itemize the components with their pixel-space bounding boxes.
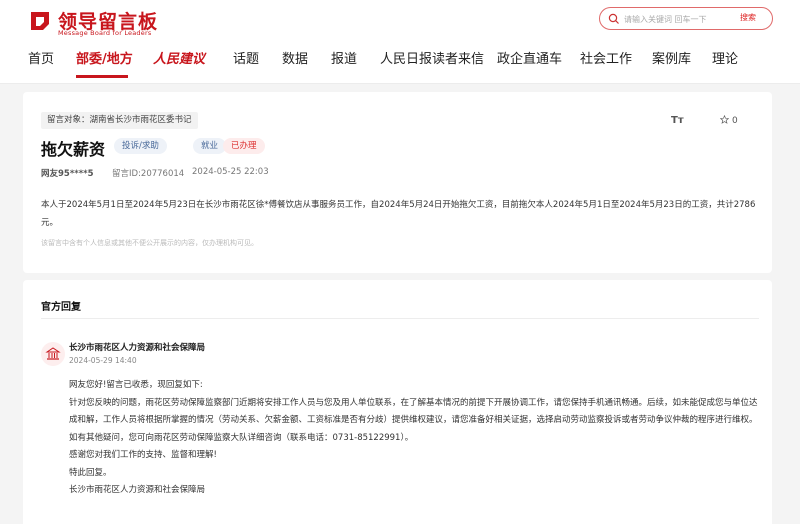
reply-body: 网友您好!留言已收悉，现回复如下: 针对您反映的问题，雨花区劳动保障监察部门近期… (69, 377, 759, 500)
search-button[interactable]: 搜索 (740, 12, 756, 23)
logo-mark-icon (31, 12, 49, 30)
nav-item-reader-letters[interactable]: 人民日报读者来信 (380, 48, 484, 67)
favorite-count: 0 (732, 116, 738, 126)
nav-item-people-suggestion[interactable]: 人民建议 (153, 48, 205, 67)
message-body: 本人于2024年5月1日至2024年5月23日在长沙市雨花区徐*傅餐饮店从事服务… (41, 200, 756, 228)
department-avatar (41, 342, 65, 366)
nav-item-ministries[interactable]: 部委/地方 (76, 48, 133, 67)
privacy-notice: 该留言中含有个人信息或其他不便公开展示的内容，仅办理机构可见。 (41, 239, 258, 247)
search-box: 搜索 (599, 7, 773, 30)
font-size-icon[interactable]: Tт (671, 115, 684, 126)
reply-time: 2024-05-29 14:40 (69, 356, 137, 365)
reply-line: 如有其他疑问，您可向雨花区劳动保障监察大队详细咨询（联系电话：0731-8512… (69, 432, 414, 443)
divider (41, 318, 759, 319)
nav-item-home[interactable]: 首页 (28, 48, 54, 67)
favorite-button[interactable]: 0 (720, 115, 738, 126)
reply-line: 特此回复。 (69, 467, 112, 478)
reply-line: 长沙市雨花区人力资源和社会保障局 (69, 485, 206, 495)
message-user: 网友95****5 (41, 169, 94, 179)
site-logo[interactable]: 领导留言板 Message Board for Leaders (28, 7, 178, 37)
official-reply-card: 官方回复 长沙市雨花区人力资源和社会保障局 2024-05-29 14:40 网… (23, 280, 772, 524)
message-time: 2024-05-25 22:03 (192, 167, 269, 177)
nav-item-theory[interactable]: 理论 (712, 48, 738, 67)
star-icon (720, 115, 729, 124)
nav-item-reports[interactable]: 报道 (331, 48, 357, 67)
logo-subtitle: Message Board for Leaders (58, 29, 152, 37)
message-id: 留言ID:20776014 (112, 169, 185, 179)
nav-item-case-library[interactable]: 案例库 (652, 48, 691, 67)
search-icon (608, 13, 619, 24)
nav-active-indicator (76, 75, 128, 78)
reply-line: 针对您反映的问题，雨花区劳动保障监察部门近期将安排工作人员与您及用人单位联系，在… (69, 397, 758, 426)
domain-badge[interactable]: 就业 (193, 138, 227, 154)
nav-item-social-work[interactable]: 社会工作 (580, 48, 632, 67)
message-target: 留言对象：湖南省长沙市雨花区委书记 (41, 112, 198, 129)
nav-item-enterprise-direct[interactable]: 政企直通车 (497, 48, 562, 67)
reply-line: 网友您好!留言已收悉，现回复如下: (69, 380, 203, 390)
type-badge[interactable]: 投诉/求助 (114, 138, 167, 154)
main-nav: 首页 部委/地方 人民建议 话题 数据 报道 人民日报读者来信 政企直通车 社会… (0, 48, 800, 70)
department-name: 长沙市雨花区人力资源和社会保障局 (69, 343, 206, 353)
message-card: 留言对象：湖南省长沙市雨花区委书记 Tт 0 拖欠薪资 投诉/求助 就业 已办理… (23, 92, 772, 273)
status-badge: 已办理 (223, 138, 265, 154)
reply-line: 感谢您对我们工作的支持、监督和理解! (69, 450, 217, 460)
site-header: 领导留言板 Message Board for Leaders 搜索 首页 部委… (0, 0, 800, 84)
nav-item-topics[interactable]: 话题 (233, 48, 259, 67)
nav-item-data[interactable]: 数据 (282, 48, 308, 67)
government-building-icon (45, 347, 61, 360)
search-input[interactable] (624, 11, 734, 27)
message-title: 拖欠薪资 (41, 140, 106, 159)
reply-heading: 官方回复 (41, 302, 81, 313)
